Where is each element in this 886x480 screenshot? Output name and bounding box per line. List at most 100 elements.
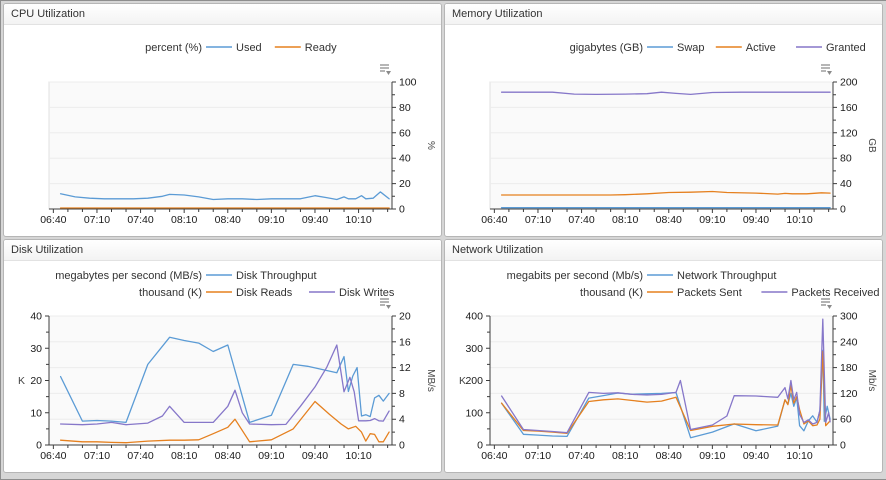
left-axis: 0 100 200 300 400 K [459,311,491,452]
right-axis: 0 20 40 60 80 100% [391,77,436,216]
x-tick-label: 09:40 [302,450,328,462]
x-tick-label: 08:10 [171,450,197,462]
x-axis: 06:40 07:10 07:40 08:10 08:40 09:10 09:40 10:10 [481,444,833,462]
chart-legend: megabytes per second (MB/s) Disk Throughp… [55,270,395,299]
y-tick-label: 20 [30,375,42,387]
y-tick-label: 200 [465,375,483,387]
y-tick-label: 100 [399,77,417,89]
panel-title-cpu: CPU Utilization [4,4,441,25]
y-tick-label: 10 [30,407,42,419]
memory-utilization-chart: gigabytes (GB) Swap Active Granted 06:40 07:1… [481,42,877,226]
x-tick-label: 07:40 [127,214,153,226]
chart-legend: megabits per second (Mb/s) Network Throug… [507,270,880,299]
legend-unit-label: thousand (K) [139,287,202,299]
y-tick-label: 40 [399,153,411,165]
y-axis-unit-label: GB [866,138,877,153]
legend-unit-label: megabits per second (Mb/s) [507,270,643,282]
y-tick-label: 240 [840,336,858,348]
x-tick-label: 09:40 [302,214,328,226]
y-tick-label: 0 [399,204,405,216]
x-tick-label: 06:40 [40,214,66,226]
x-tick-label: 07:10 [525,450,551,462]
x-tick-label: 06:40 [481,214,507,226]
legend-entry-label: Granted [826,42,866,54]
panel-disk-utilization: Disk Utilization megabytes per second (M… [3,239,442,473]
y-tick-label: 30 [30,343,42,355]
x-tick-label: 09:40 [743,450,769,462]
plot-area [489,81,834,210]
x-tick-label: 07:40 [568,450,594,462]
y-tick-label: 180 [840,362,858,374]
chart-menu-icon[interactable] [380,64,391,75]
legend-entry-label: Swap [677,42,705,54]
left-axis: 0 10 20 30 40 K [18,311,50,452]
chart-menu-icon[interactable] [821,64,832,75]
legend-entry-label: Network Throughput [677,270,776,282]
legend-entry-label: Active [746,42,776,54]
x-tick-label: 09:10 [258,450,284,462]
x-tick-label: 10:10 [345,450,371,462]
legend-unit-label: thousand (K) [580,287,643,299]
right-axis: 0 4 8 12 16 20 MB/s [391,311,436,452]
y-tick-label: 40 [840,178,852,190]
x-tick-label: 09:40 [743,214,769,226]
plot-area [48,315,393,446]
cpu-utilization-chart: percent (%) Used Ready 06:40 07:10 07:40 08:10… [40,42,436,226]
network-utilization-chart: megabits per second (Mb/s) Network Throug… [459,270,880,462]
x-tick-label: 08:40 [656,214,682,226]
y-tick-label: 20 [399,178,411,190]
y-tick-label: 16 [399,336,411,348]
legend-entry-label: Disk Writes [339,287,395,299]
legend-entry-label: Ready [305,42,337,54]
x-tick-label: 06:40 [40,450,66,462]
plot-area [48,81,393,210]
chart-legend: gigabytes (GB) Swap Active Granted [570,42,866,54]
x-tick-label: 10:10 [786,214,812,226]
x-tick-label: 08:10 [612,450,638,462]
panel-title-disk: Disk Utilization [4,240,441,261]
plot-area [489,315,834,446]
y-tick-label: 12 [399,362,411,374]
y-tick-label: 80 [399,102,411,114]
x-tick-label: 06:40 [481,450,507,462]
x-tick-label: 07:40 [568,214,594,226]
x-tick-label: 08:10 [612,214,638,226]
panel-cpu-utilization: CPU Utilization percent (%) Used Ready 06:4… [3,3,442,237]
x-tick-label: 08:40 [656,450,682,462]
legend-entry-label: Packets Received [791,287,879,299]
y-axis-unit-label: K [459,375,466,387]
panel-title-network: Network Utilization [445,240,882,261]
y-tick-label: 300 [840,311,858,323]
x-tick-label: 07:10 [84,214,110,226]
y-tick-label: 80 [840,153,852,165]
y-tick-label: 60 [399,127,411,139]
y-tick-label: 400 [465,311,483,323]
y-axis-unit-label: K [18,375,25,387]
y-tick-label: 200 [840,77,858,89]
y-tick-label: 8 [399,388,405,400]
chart-legend: percent (%) Used Ready [145,42,337,54]
x-tick-label: 08:40 [215,214,241,226]
chart-menu-icon[interactable] [821,298,832,309]
x-tick-label: 09:10 [258,214,284,226]
legend-entry-label: Used [236,42,262,54]
right-axis: 0 60 120 180 240 300 Mb/s [832,311,877,452]
legend-entry-label: Disk Throughput [236,270,317,282]
monitoring-dashboard: CPU Utilization percent (%) Used Ready 06:4… [0,0,886,480]
y-tick-label: 0 [36,440,42,452]
legend-unit-label: percent (%) [145,42,202,54]
chart-menu-icon[interactable] [380,298,391,309]
panel-memory-utilization: Memory Utilization gigabytes (GB) Swap Act… [444,3,883,237]
legend-unit-label: gigabytes (GB) [570,42,643,54]
y-tick-label: 40 [30,311,42,323]
y-tick-label: 300 [465,343,483,355]
x-tick-label: 10:10 [345,214,371,226]
y-tick-label: 160 [840,102,858,114]
panel-title-memory: Memory Utilization [445,4,882,25]
y-axis-unit-label: MB/s [425,369,436,392]
x-tick-label: 07:10 [525,214,551,226]
y-tick-label: 120 [840,388,858,400]
x-tick-label: 07:40 [127,450,153,462]
y-axis-unit-label: Mb/s [866,370,877,392]
disk-utilization-chart: megabytes per second (MB/s) Disk Throughp… [18,270,436,462]
